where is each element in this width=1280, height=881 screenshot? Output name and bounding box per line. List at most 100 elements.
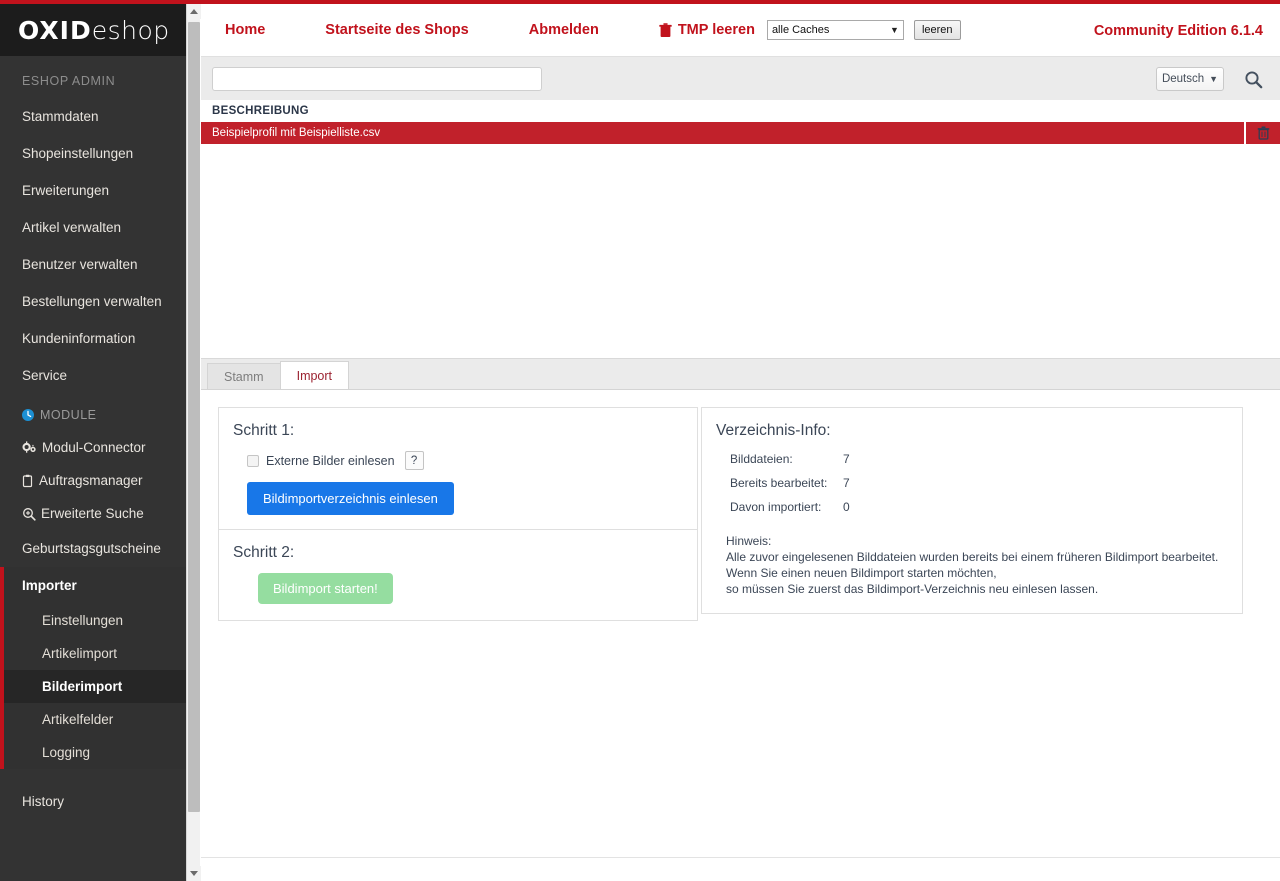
cache-select[interactable]: alle Caches ▼ [767, 20, 904, 40]
sidebar-group-importer: Importer Einstellungen Artikelimport Bil… [0, 567, 186, 769]
external-images-row: Externe Bilder einlesen ? [233, 451, 679, 470]
table-row-description: Beispielprofil mit Beispielliste.csv [212, 127, 380, 139]
sidebar-item-modul-connector[interactable]: Modul-Connector [0, 431, 186, 464]
sidebar-item-history[interactable]: History [0, 783, 186, 820]
nav-link-shop-startseite[interactable]: Startseite des Shops [325, 22, 468, 38]
directory-info-title: Verzeichnis-Info: [716, 422, 1224, 440]
hint-title: Hinweis: [726, 533, 1224, 549]
tab-stamm[interactable]: Stamm [207, 363, 281, 390]
brand-logo-light: eshop [92, 16, 170, 45]
table-header: BESCHREIBUNG [201, 100, 1280, 122]
nav-link-tmp-leeren-label: TMP leeren [678, 22, 755, 38]
brand-logo[interactable]: OXIDeshop [0, 4, 186, 56]
info-column: Verzeichnis-Info: Bilddateien: 7 Bereits… [701, 407, 1243, 621]
trash-icon [659, 23, 672, 38]
sidebar-item-stammdaten[interactable]: Stammdaten [0, 98, 186, 135]
sidebar-item-artikel-verwalten[interactable]: Artikel verwalten [0, 209, 186, 246]
sidebar-item-erweiterungen[interactable]: Erweiterungen [0, 172, 186, 209]
tab-import[interactable]: Import [280, 361, 349, 390]
read-image-directory-button[interactable]: Bildimportverzeichnis einlesen [247, 482, 454, 515]
search-toolbar: Deutsch ▼ [201, 56, 1280, 100]
language-select-value: Deutsch [1162, 73, 1204, 85]
search-icon [1244, 70, 1263, 89]
info-value-davon-importiert: 0 [843, 500, 850, 514]
info-label-bilddateien: Bilddateien: [730, 452, 843, 466]
tab-bar: Stamm Import [201, 358, 1280, 390]
search-input[interactable] [212, 67, 542, 91]
sidebar-item-bestellungen-verwalten[interactable]: Bestellungen verwalten [0, 283, 186, 320]
trash-icon [1257, 126, 1270, 140]
table-row[interactable]: Beispielprofil mit Beispielliste.csv [201, 122, 1280, 144]
delete-row-button[interactable] [1244, 122, 1280, 144]
sidebar-item-modul-connector-label: Modul-Connector [42, 440, 146, 455]
step2-title: Schritt 2: [233, 544, 679, 562]
nav-link-tmp-leeren[interactable]: TMP leeren [659, 22, 755, 38]
hint-line-2: Wenn Sie einen neuen Bildimport starten … [726, 565, 1224, 581]
external-images-checkbox[interactable] [247, 455, 259, 467]
sidebar-module-header-label: MODULE [40, 408, 96, 422]
step2-box: Schritt 2: Bildimport starten! [218, 530, 698, 621]
sidebar-module-header: MODULE [0, 394, 186, 431]
table-header-beschreibung: BESCHREIBUNG [212, 105, 309, 117]
gears-icon [22, 441, 37, 454]
sidebar-item-geburtstagsgutscheine[interactable]: Geburtstagsgutscheine [0, 530, 186, 567]
module-circle-icon [22, 409, 34, 421]
brand-logo-bold: OXID [18, 16, 92, 45]
sidebar-item-importer[interactable]: Importer [4, 567, 186, 604]
sidebar-item-logging[interactable]: Logging [4, 736, 186, 769]
info-label-bereits-bearbeitet: Bereits bearbeitet: [730, 476, 843, 490]
help-icon[interactable]: ? [405, 451, 424, 470]
chevron-down-icon: ▼ [1209, 74, 1218, 84]
sidebar-item-kundeninformation[interactable]: Kundeninformation [0, 320, 186, 357]
info-row-davon-importiert: Davon importiert: 0 [716, 495, 1224, 519]
chevron-down-icon: ▼ [890, 25, 901, 35]
sidebar-item-shopeinstellungen[interactable]: Shopeinstellungen [0, 135, 186, 172]
sidebar-item-service[interactable]: Service [0, 357, 186, 394]
nav-link-home[interactable]: Home [225, 22, 265, 38]
info-value-bilddateien: 7 [843, 452, 850, 466]
language-select[interactable]: Deutsch ▼ [1156, 67, 1224, 91]
clipboard-icon [22, 474, 34, 488]
list-empty-space [201, 144, 1280, 358]
search-plus-icon [22, 507, 36, 521]
nav-link-abmelden[interactable]: Abmelden [529, 22, 599, 38]
start-image-import-button[interactable]: Bildimport starten! [258, 573, 393, 604]
sidebar-item-artikelimport[interactable]: Artikelimport [4, 637, 186, 670]
step1-title: Schritt 1: [233, 422, 679, 440]
sidebar-item-benutzer-verwalten[interactable]: Benutzer verwalten [0, 246, 186, 283]
directory-info-box: Verzeichnis-Info: Bilddateien: 7 Bereits… [701, 407, 1243, 614]
sidebar-divider [0, 769, 186, 783]
scroll-down-arrow-icon[interactable] [187, 866, 201, 881]
bottom-divider [201, 857, 1280, 858]
steps-column: Schritt 1: Externe Bilder einlesen ? Bil… [218, 407, 698, 621]
search-button[interactable] [1240, 66, 1266, 92]
sidebar-item-artikelfelder[interactable]: Artikelfelder [4, 703, 186, 736]
top-nav: Home Startseite des Shops Abmelden TMP l… [201, 4, 1280, 56]
edition-label: Community Edition 6.1.4 [1094, 23, 1263, 39]
sidebar: OXIDeshop ESHOP ADMIN Stammdaten Shopein… [0, 4, 186, 881]
info-row-bilddateien: Bilddateien: 7 [716, 447, 1224, 471]
sidebar-item-erweiterte-suche-label2: Auftragsmanager [39, 473, 143, 488]
scroll-up-arrow-icon[interactable] [187, 4, 201, 19]
sidebar-item-erweiterte-suche-label: Erweiterte Suche [41, 506, 144, 521]
sidebar-item-erweiterte-suche[interactable]: Erweiterte Suche [0, 497, 186, 530]
clear-cache-button[interactable]: leeren [914, 20, 961, 40]
panels-row: Schritt 1: Externe Bilder einlesen ? Bil… [218, 407, 1280, 621]
sidebar-scrollbar[interactable] [186, 4, 200, 881]
sidebar-item-auftragsmanager[interactable]: Auftragsmanager [0, 464, 186, 497]
info-value-bereits-bearbeitet: 7 [843, 476, 850, 490]
hint-line-1: Alle zuvor eingelesenen Bilddateien wurd… [726, 549, 1224, 565]
app-root: OXIDeshop ESHOP ADMIN Stammdaten Shopein… [0, 0, 1280, 881]
sidebar-scroll-thumb[interactable] [188, 22, 200, 812]
info-label-davon-importiert: Davon importiert: [730, 500, 843, 514]
external-images-label: Externe Bilder einlesen [266, 454, 395, 468]
info-row-bereits-bearbeitet: Bereits bearbeitet: 7 [716, 471, 1224, 495]
hint-block: Hinweis: Alle zuvor eingelesenen Bilddat… [716, 533, 1224, 597]
sidebar-item-einstellungen[interactable]: Einstellungen [4, 604, 186, 637]
main-area: Home Startseite des Shops Abmelden TMP l… [201, 4, 1280, 881]
tab-underline [201, 389, 1280, 390]
sidebar-item-bilderimport[interactable]: Bilderimport [4, 670, 186, 703]
import-content: Schritt 1: Externe Bilder einlesen ? Bil… [201, 390, 1280, 621]
hint-line-3: so müssen Sie zuerst das Bildimport-Verz… [726, 581, 1224, 597]
cache-select-value: alle Caches [772, 24, 829, 36]
